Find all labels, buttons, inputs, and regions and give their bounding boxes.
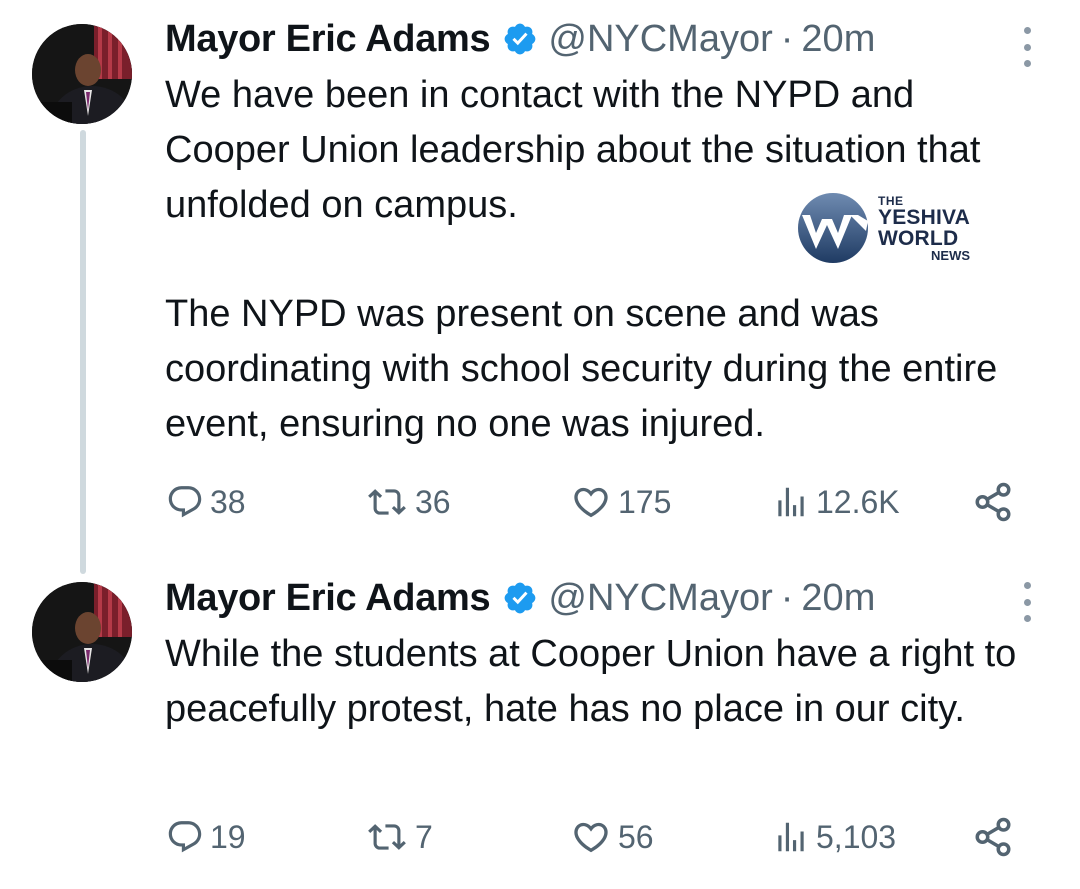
views-button[interactable]: 5,103 xyxy=(772,812,896,862)
tweet-paragraph: The NYPD was present on scene and was co… xyxy=(165,293,998,445)
verified-badge-icon xyxy=(502,21,538,57)
author-handle[interactable]: @NYCMayor xyxy=(548,18,772,61)
tweet-timestamp[interactable]: 20m xyxy=(801,577,875,620)
heart-icon xyxy=(574,822,608,853)
separator-dot: · xyxy=(780,17,794,60)
views-bars-icon xyxy=(778,822,804,852)
more-vertical-icon[interactable] xyxy=(1022,27,1032,67)
repost-count: 36 xyxy=(415,483,451,520)
tweet-text: While the students at Cooper Union have … xyxy=(165,627,1045,737)
reply-bubble-icon xyxy=(168,821,202,853)
repost-arrows-icon xyxy=(368,824,406,850)
tweet-actions: 19 7 56 5,103 xyxy=(160,812,1030,862)
views-bars-icon xyxy=(778,487,804,517)
heart-icon xyxy=(574,487,608,518)
tweet[interactable]: Mayor Eric Adams @NYCMayor · 20m We have… xyxy=(0,0,1080,574)
watermark-line: NEWS xyxy=(931,247,971,263)
avatar[interactable] xyxy=(32,24,132,124)
repost-count: 7 xyxy=(415,818,433,855)
tweet-timestamp[interactable]: 20m xyxy=(801,18,875,61)
watermark-globe-icon xyxy=(798,193,868,263)
share-button[interactable] xyxy=(972,812,1014,862)
author-name[interactable]: Mayor Eric Adams xyxy=(165,577,491,620)
repost-button[interactable]: 36 xyxy=(365,477,451,527)
more-vertical-icon[interactable] xyxy=(1022,582,1032,622)
like-count: 175 xyxy=(618,483,672,520)
thread-line xyxy=(80,130,86,574)
watermark-line: WORLD xyxy=(878,226,959,250)
repost-button[interactable]: 7 xyxy=(365,812,433,862)
author-handle[interactable]: @NYCMayor xyxy=(548,577,772,620)
share-button[interactable] xyxy=(972,477,1014,527)
tweet-paragraph: While the students at Cooper Union have … xyxy=(165,633,1017,730)
verified-badge-icon xyxy=(502,580,538,616)
views-count: 12.6K xyxy=(816,483,900,520)
separator-dot: · xyxy=(780,576,794,619)
share-icon xyxy=(975,817,1011,857)
tweet-header: Mayor Eric Adams @NYCMayor · 20m xyxy=(165,14,1045,64)
tweet-text: The NYPD was present on scene and was co… xyxy=(165,287,1045,452)
share-icon xyxy=(975,482,1011,522)
tweet-actions: 38 36 175 12.6K xyxy=(160,477,1030,527)
author-name[interactable]: Mayor Eric Adams xyxy=(165,18,491,61)
watermark-line: THE xyxy=(878,193,904,208)
like-count: 56 xyxy=(618,818,654,855)
like-button[interactable]: 56 xyxy=(570,812,654,862)
tweet[interactable]: Mayor Eric Adams @NYCMayor · 20m While t… xyxy=(0,560,1080,889)
reply-button[interactable]: 19 xyxy=(166,812,246,862)
repost-arrows-icon xyxy=(368,489,406,515)
views-button[interactable]: 12.6K xyxy=(772,477,900,527)
watermark-logo: THE YESHIVA WORLD NEWS xyxy=(796,190,970,266)
reply-bubble-icon xyxy=(168,486,202,518)
reply-button[interactable]: 38 xyxy=(166,477,246,527)
like-button[interactable]: 175 xyxy=(570,477,671,527)
watermark-line: YESHIVA xyxy=(878,205,971,229)
reply-count: 19 xyxy=(210,818,246,855)
reply-count: 38 xyxy=(210,483,246,520)
tweet-header: Mayor Eric Adams @NYCMayor · 20m xyxy=(165,573,1045,623)
views-count: 5,103 xyxy=(816,818,897,855)
avatar[interactable] xyxy=(32,582,132,682)
